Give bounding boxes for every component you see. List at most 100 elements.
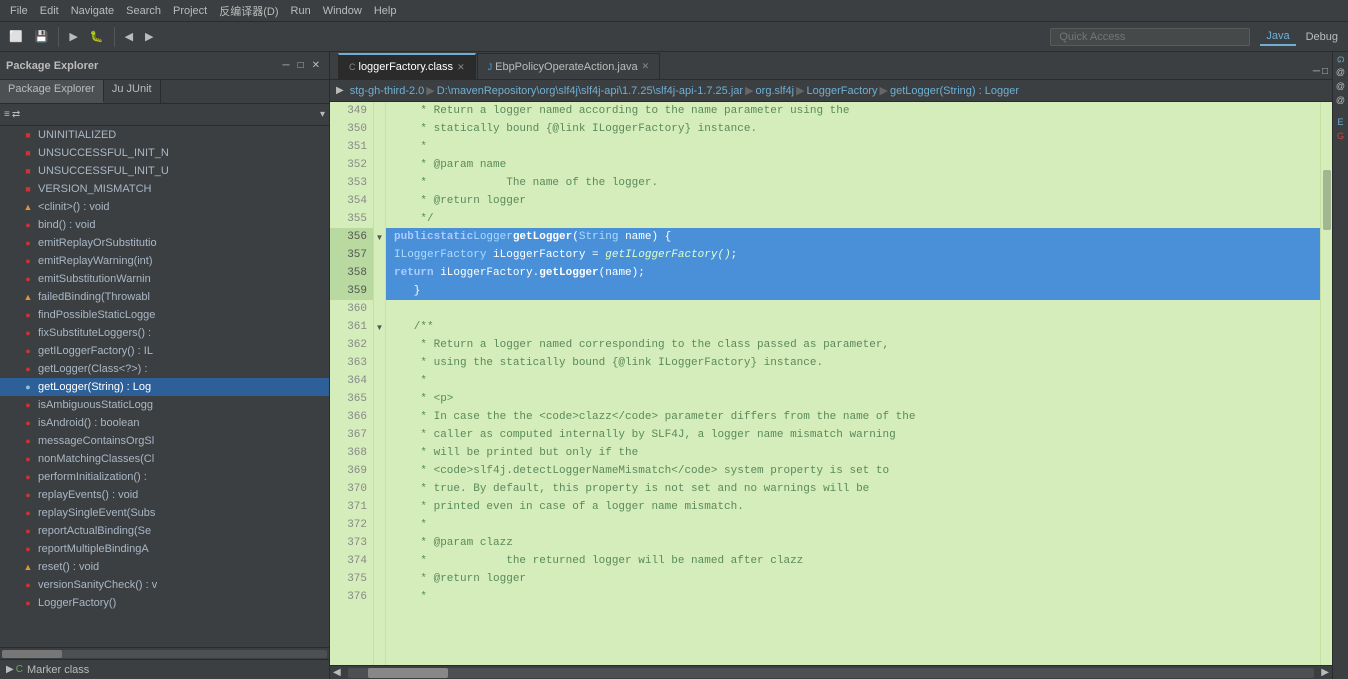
expand-marker-btn[interactable]: ▶	[4, 664, 16, 675]
panel-minimize-btn[interactable]: ─	[279, 59, 292, 72]
tree-item-label: reportActualBinding(Se	[38, 525, 151, 537]
toolbar-btn-new[interactable]: ⬜	[4, 27, 28, 46]
toolbar-btn-run[interactable]: ▶	[64, 27, 82, 46]
menubar: File Edit Navigate Search Project 反编译器(D…	[0, 0, 1348, 22]
code-area[interactable]: * Return a logger named according to the…	[386, 102, 1320, 665]
tree-item-replay-single[interactable]: ● replaySingleEvent(Subs	[0, 504, 329, 522]
tree-item-unsuccessful-init-u[interactable]: ■ UNSUCCESSFUL_INIT_U	[0, 162, 329, 180]
menu-decompiler[interactable]: 反编译器(D)	[213, 1, 284, 21]
tab-close-btn-2[interactable]: ✕	[642, 61, 650, 72]
tree-item-fix-substitute[interactable]: ● fixSubstituteLoggers() :	[0, 324, 329, 342]
breadcrumb-class[interactable]: LoggerFactory	[807, 85, 878, 97]
scrollbar-thumb[interactable]	[1323, 170, 1331, 230]
hscroll-left-btn[interactable]: ◀	[330, 667, 344, 678]
tree-item-replay-events[interactable]: ● replayEvents() : void	[0, 486, 329, 504]
tree-item-is-android[interactable]: ● isAndroid() : boolean	[0, 414, 329, 432]
tree-item-clinit[interactable]: ▲ <clinit>() : void	[0, 198, 329, 216]
breadcrumb-sep-3: ▶	[796, 84, 804, 97]
tab-logger-factory[interactable]: C loggerFactory.class ✕	[338, 53, 476, 79]
panel-close-btn[interactable]: ✕	[309, 59, 323, 72]
menu-help[interactable]: Help	[368, 3, 403, 19]
breadcrumb-method[interactable]: getLogger(String) : Logger	[890, 85, 1019, 97]
collapse-all-btn[interactable]: ≡	[4, 109, 10, 120]
toolbar-btn-debug[interactable]: 🐛	[85, 27, 109, 46]
tree-item-find-possible[interactable]: ● findPossibleStaticLogge	[0, 306, 329, 324]
right-sidebar-btn-3[interactable]: @	[1336, 81, 1345, 91]
code-line-373: * @param clazz	[386, 534, 1320, 552]
right-sidebar-btn-5[interactable]: E	[1337, 117, 1343, 127]
toolbar-btn-back[interactable]: ◀	[120, 27, 138, 46]
tree-view-menu-btn[interactable]: ▾	[320, 109, 325, 120]
marker-class-item[interactable]: C Marker class	[16, 664, 325, 676]
tree-item-get-logger-class[interactable]: ● getLogger(Class<?>) :	[0, 360, 329, 378]
tab-close-btn[interactable]: ✕	[457, 62, 465, 73]
tree-item-report-actual[interactable]: ● reportActualBinding(Se	[0, 522, 329, 540]
breadcrumb-package[interactable]: org.slf4j	[756, 85, 795, 97]
fold-359	[374, 282, 385, 300]
panel-maximize-btn[interactable]: □	[295, 59, 307, 72]
fold-356[interactable]: ▼	[374, 228, 385, 246]
tree-item-version-mismatch[interactable]: ■ VERSION_MISMATCH	[0, 180, 329, 198]
menu-edit[interactable]: Edit	[34, 3, 65, 19]
hscroll-thumb[interactable]	[368, 668, 448, 678]
tree-item-emit-replay[interactable]: ● emitReplayOrSubstitutio	[0, 234, 329, 252]
right-sidebar-btn-1[interactable]: G	[1336, 56, 1346, 63]
right-sidebar-btn-4[interactable]: @	[1336, 95, 1345, 105]
menu-file[interactable]: File	[4, 3, 34, 19]
menu-navigate[interactable]: Navigate	[65, 3, 120, 19]
tree-item-emit-substitution[interactable]: ● emitSubstitutionWarnin	[0, 270, 329, 288]
tab-junit[interactable]: Ju JUnit	[104, 80, 161, 103]
breadcrumb-project[interactable]: stg-gh-third-2.0	[350, 85, 425, 97]
right-sidebar-btn-6[interactable]: G	[1337, 131, 1344, 141]
tree-item-get-ilogger[interactable]: ● getILoggerFactory() : IL	[0, 342, 329, 360]
tree-item-uninitialized[interactable]: ■ UNINITIALIZED	[0, 126, 329, 144]
tree-item-failed-binding[interactable]: ▲ failedBinding(Throwabl	[0, 288, 329, 306]
tree-hscroll[interactable]	[0, 647, 329, 659]
debug-perspective-btn[interactable]: Debug	[1300, 29, 1344, 45]
tree-item-logger-factory-constructor[interactable]: ● LoggerFactory()	[0, 594, 329, 612]
tree-hscroll-track	[2, 650, 327, 658]
tree-item-emit-replay-warning[interactable]: ● emitReplayWarning(int)	[0, 252, 329, 270]
editor-vscrollbar[interactable]	[1320, 102, 1332, 665]
menu-run[interactable]: Run	[285, 3, 317, 19]
tree-item-perform-init[interactable]: ● performInitialization() :	[0, 468, 329, 486]
tree-item-label: VERSION_MISMATCH	[38, 183, 151, 195]
scrollbar-up-btn[interactable]	[1321, 102, 1332, 110]
tree-item-non-matching[interactable]: ● nonMatchingClasses(Cl	[0, 450, 329, 468]
menu-window[interactable]: Window	[317, 3, 368, 19]
tree-item-reset[interactable]: ▲ reset() : void	[0, 558, 329, 576]
quick-access-input[interactable]	[1050, 28, 1250, 46]
method-icon: ●	[20, 253, 36, 269]
hscroll-right-btn[interactable]: ▶	[1318, 667, 1332, 678]
fold-362	[374, 336, 385, 354]
right-panel: C loggerFactory.class ✕ J EbpPolicyOpera…	[330, 52, 1332, 679]
tab-ebp-policy[interactable]: J EbpPolicyOperateAction.java ✕	[477, 53, 661, 79]
tree-item-unsuccessful-init-n[interactable]: ■ UNSUCCESSFUL_INIT_N	[0, 144, 329, 162]
toolbar-btn-save[interactable]: 💾	[30, 27, 54, 46]
editor-minimize-btn[interactable]: ─	[1313, 66, 1320, 77]
tree-item-label: emitReplayWarning(int)	[38, 255, 153, 267]
fold-361[interactable]: ▼	[374, 318, 385, 336]
link-editor-btn[interactable]: ⇄	[12, 109, 20, 120]
field-icon: ■	[20, 181, 36, 197]
tree-item-label: isAndroid() : boolean	[38, 417, 140, 429]
code-line-364: *	[386, 372, 1320, 390]
right-sidebar-btn-2[interactable]: @	[1336, 67, 1345, 77]
menu-search[interactable]: Search	[120, 3, 167, 19]
main-layout: Package Explorer ─ □ ✕ Package Explorer …	[0, 52, 1348, 679]
tree-item-message-contains[interactable]: ● messageContainsOrgSl	[0, 432, 329, 450]
editor-hscroll[interactable]: ◀ ▶	[330, 665, 1332, 679]
tree-item-bind[interactable]: ● bind() : void	[0, 216, 329, 234]
breadcrumb-arrow[interactable]: ▶	[336, 85, 344, 96]
tab-package-explorer[interactable]: Package Explorer	[0, 80, 104, 103]
editor-maximize-btn[interactable]: □	[1322, 66, 1328, 77]
hscroll-track[interactable]	[348, 668, 1315, 678]
toolbar-btn-forward[interactable]: ▶	[140, 27, 158, 46]
breadcrumb-jar[interactable]: D:\mavenRepository\org\slf4j\slf4j-api\1…	[437, 85, 743, 97]
java-perspective-btn[interactable]: Java	[1260, 28, 1295, 46]
tree-item-report-multiple[interactable]: ● reportMultipleBindingA	[0, 540, 329, 558]
tree-item-version-sanity[interactable]: ● versionSanityCheck() : v	[0, 576, 329, 594]
tree-item-is-ambiguous[interactable]: ● isAmbiguousStaticLogg	[0, 396, 329, 414]
menu-project[interactable]: Project	[167, 3, 213, 19]
tree-item-get-logger-string[interactable]: ● getLogger(String) : Log	[0, 378, 329, 396]
